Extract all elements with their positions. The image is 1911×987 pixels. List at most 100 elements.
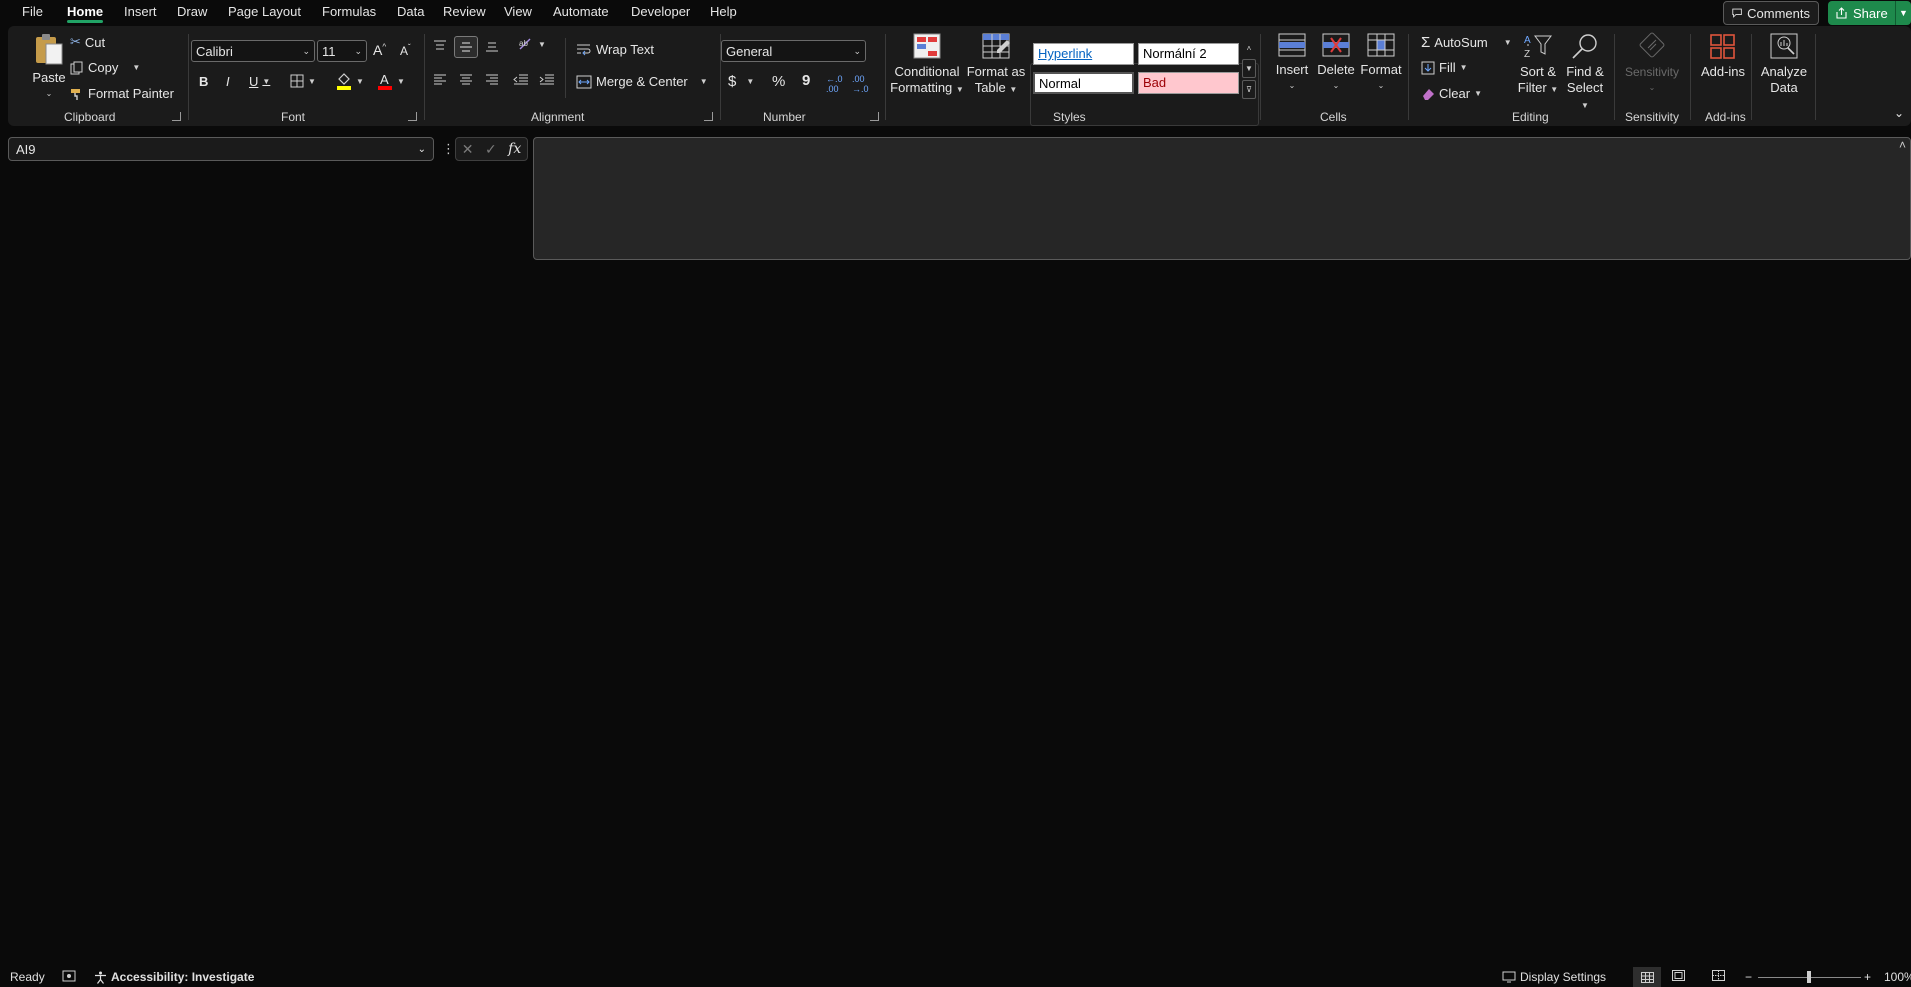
bold-button[interactable]: B <box>199 74 208 89</box>
gallery-more-icon[interactable]: ⊽ <box>1242 80 1256 99</box>
tab-home[interactable]: Home <box>67 4 104 23</box>
collapse-ribbon-chevron-icon[interactable]: ⌄ <box>1894 106 1904 120</box>
copy-dropdown-icon[interactable]: ▼ <box>132 63 140 72</box>
cut-button[interactable]: ✂ Cut <box>70 34 105 50</box>
clipboard-dialog-launcher-icon[interactable] <box>172 112 181 121</box>
style-hyperlink[interactable]: Hyperlink <box>1033 43 1134 65</box>
number-format-chevron-icon[interactable]: ⌄ <box>853 46 861 57</box>
enter-icon[interactable]: ✓ <box>485 141 497 158</box>
conditional-formatting-button[interactable]: Conditional Formatting ▼ <box>884 32 970 98</box>
analyze-data-button[interactable]: Analyze Data <box>1757 32 1811 96</box>
increase-font-size-button[interactable]: A^ <box>373 42 386 58</box>
fill-button[interactable]: Fill ▼ <box>1421 60 1468 75</box>
tab-draw[interactable]: Draw <box>177 4 207 19</box>
tab-developer[interactable]: Developer <box>631 4 690 19</box>
display-settings-button[interactable]: Display Settings <box>1502 970 1606 984</box>
share-button[interactable]: Share ▼ <box>1828 1 1911 25</box>
decrease-indent-button[interactable] <box>513 74 529 86</box>
orientation-button[interactable]: ab ▼ <box>518 37 546 51</box>
tab-page-layout[interactable]: Page Layout <box>228 4 301 19</box>
number-dialog-launcher-icon[interactable] <box>870 112 879 121</box>
number-format-combo[interactable]: General ⌄ <box>721 40 866 62</box>
top-align-button[interactable] <box>433 40 447 52</box>
zoom-level[interactable]: 100% <box>1884 970 1911 984</box>
page-layout-view-button[interactable] <box>1672 970 1685 981</box>
paste-button[interactable]: Paste ⌄ <box>23 32 75 102</box>
percent-button[interactable]: % <box>772 73 785 90</box>
format-as-table-dropdown-icon[interactable]: ▼ <box>1009 85 1017 94</box>
orientation-dropdown-icon[interactable]: ▼ <box>538 40 546 49</box>
tab-file[interactable]: File <box>22 4 43 19</box>
zoom-slider-thumb[interactable] <box>1807 971 1811 983</box>
font-color-dropdown-icon[interactable]: ▼ <box>397 77 405 86</box>
name-box-chevron-icon[interactable]: ⌄ <box>418 144 426 155</box>
accessibility-status[interactable]: Accessibility: Investigate <box>94 970 254 984</box>
merge-center-button[interactable]: Merge & Center ▼ <box>576 74 708 89</box>
font-size-chevron-icon[interactable]: ⌄ <box>354 46 362 57</box>
clear-button[interactable]: Clear ▼ <box>1421 86 1482 101</box>
add-ins-button[interactable]: Add-ins <box>1698 32 1748 80</box>
tab-help[interactable]: Help <box>710 4 737 19</box>
decrease-font-size-button[interactable]: Aˇ <box>400 43 411 58</box>
gallery-scroll-down-icon[interactable]: ▼ <box>1242 59 1256 78</box>
tab-data[interactable]: Data <box>397 4 424 19</box>
tab-formulas[interactable]: Formulas <box>322 4 376 19</box>
find-select-button[interactable]: Find & Select ▼ <box>1562 32 1608 114</box>
currency-dropdown-icon[interactable]: ▼ <box>746 77 754 86</box>
underline-dropdown-icon[interactable]: ▼ <box>262 77 270 86</box>
cancel-icon[interactable]: ✕ <box>462 141 474 158</box>
merge-center-dropdown-icon[interactable]: ▼ <box>700 77 708 86</box>
clear-dropdown-icon[interactable]: ▼ <box>1474 89 1482 98</box>
format-painter-button[interactable]: Format Painter <box>70 86 174 101</box>
tab-view[interactable]: View <box>504 4 532 19</box>
font-color-button[interactable]: A ▼ <box>377 72 405 90</box>
align-left-button[interactable] <box>433 74 447 86</box>
share-dropdown-chevron-icon[interactable]: ▼ <box>1895 1 1911 25</box>
comments-button[interactable]: Comments <box>1723 1 1819 25</box>
copy-button[interactable]: Copy ▼ <box>70 60 140 75</box>
find-select-dropdown-icon[interactable]: ▼ <box>1581 101 1589 110</box>
bottom-align-button[interactable] <box>485 40 499 52</box>
decrease-decimal-button[interactable]: .00 →.0 <box>852 74 869 94</box>
style-normalni-2[interactable]: Normální 2 <box>1138 43 1239 65</box>
alignment-dialog-launcher-icon[interactable] <box>704 112 713 121</box>
format-as-table-button[interactable]: Format as Table ▼ <box>961 32 1031 98</box>
increase-indent-button[interactable] <box>539 74 555 86</box>
format-cells-dropdown-icon[interactable]: ⌄ <box>1359 78 1403 94</box>
paste-dropdown-icon[interactable]: ⌄ <box>23 86 75 102</box>
align-right-button[interactable] <box>485 74 499 86</box>
sort-filter-dropdown-icon[interactable]: ▼ <box>1550 85 1558 94</box>
tab-automate[interactable]: Automate <box>553 4 609 19</box>
gallery-scroll-up-icon[interactable]: ˄ <box>1242 39 1256 58</box>
sort-filter-button[interactable]: AZ Sort & Filter ▼ <box>1516 32 1560 98</box>
format-cells-button[interactable]: Format ⌄ <box>1359 32 1403 94</box>
comma-style-button[interactable]: 9 <box>802 72 810 89</box>
name-box[interactable]: AI9 ⌄ <box>8 137 434 161</box>
style-normal[interactable]: Normal <box>1033 72 1134 94</box>
delete-cells-button[interactable]: Delete ⌄ <box>1314 32 1358 94</box>
delete-cells-dropdown-icon[interactable]: ⌄ <box>1314 78 1358 94</box>
tab-review[interactable]: Review <box>443 4 486 19</box>
wrap-text-button[interactable]: Wrap Text <box>576 42 654 57</box>
page-break-view-button[interactable] <box>1712 970 1725 981</box>
zoom-out-button[interactable]: − <box>1745 970 1752 984</box>
autosum-button[interactable]: Σ AutoSum ▼ <box>1421 34 1512 51</box>
middle-align-button[interactable] <box>454 36 478 58</box>
fill-color-button[interactable]: ▼ <box>336 72 364 90</box>
tab-insert[interactable]: Insert <box>124 4 157 19</box>
font-name-combo[interactable]: Calibri ⌄ <box>191 40 315 62</box>
fill-color-dropdown-icon[interactable]: ▼ <box>356 77 364 86</box>
normal-view-button[interactable] <box>1633 967 1661 987</box>
insert-cells-dropdown-icon[interactable]: ⌄ <box>1270 78 1314 94</box>
font-name-chevron-icon[interactable]: ⌄ <box>302 46 310 57</box>
underline-button[interactable]: U ▼ <box>249 74 270 89</box>
style-bad[interactable]: Bad <box>1138 72 1239 94</box>
zoom-in-button[interactable]: + <box>1864 970 1871 984</box>
currency-button[interactable]: $ ▼ <box>728 73 754 90</box>
increase-decimal-button[interactable]: ←.0.00 <box>826 74 843 94</box>
insert-function-icon[interactable]: fx <box>508 141 521 157</box>
insert-cells-button[interactable]: Insert ⌄ <box>1270 32 1314 94</box>
macro-recorder-icon[interactable] <box>62 970 76 982</box>
italic-button[interactable]: I <box>226 74 230 89</box>
formula-input[interactable]: ˄ <box>533 137 1911 260</box>
